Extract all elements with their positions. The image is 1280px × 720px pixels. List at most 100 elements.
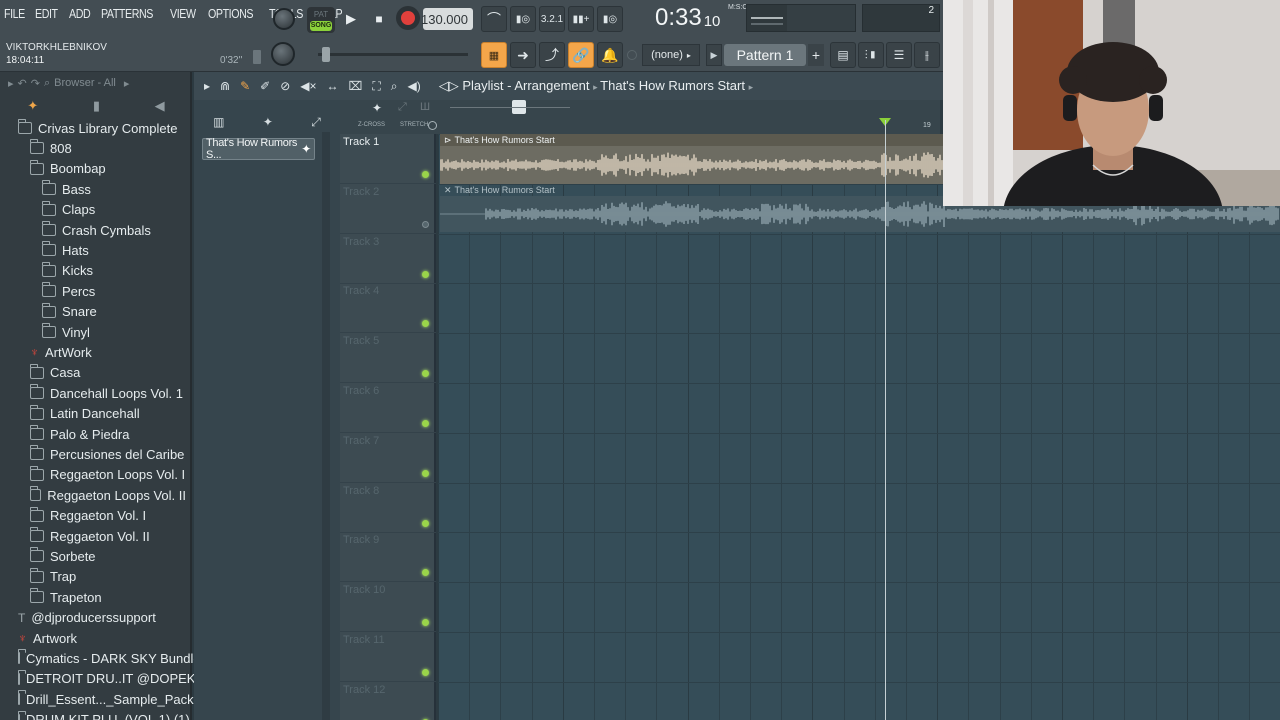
delete-icon[interactable]: ⊘ <box>280 79 290 93</box>
track-mute-led[interactable] <box>422 519 429 527</box>
record-button[interactable] <box>396 6 420 30</box>
arrangement-name[interactable]: That's How Rumors Start <box>600 78 745 93</box>
pattern-selector[interactable]: Pattern 1 <box>724 44 806 66</box>
track-header[interactable]: Track 10 <box>340 582 436 633</box>
browser-item[interactable]: Snare <box>10 302 186 322</box>
song-position-display[interactable]: 0:33 10 <box>655 2 735 34</box>
mixer-button[interactable]: ▤ <box>830 42 856 68</box>
browser-item[interactable]: Trapeton <box>10 587 186 607</box>
track-mute-led[interactable] <box>422 370 429 378</box>
x-cross-label[interactable]: Z-CROSS <box>358 122 385 128</box>
channel-rack-button[interactable]: ➜ <box>510 42 536 68</box>
track-header[interactable]: Track 6 <box>340 383 436 433</box>
step-edit-button[interactable]: ▮▮+ <box>568 6 594 32</box>
track-mute-led[interactable] <box>422 270 429 278</box>
mute-icon[interactable]: ◀× <box>300 79 316 93</box>
track-header[interactable]: Track 7 <box>340 433 436 483</box>
track-header[interactable]: Track 8 <box>340 483 436 533</box>
countdown-button[interactable]: 3.2.1 <box>539 6 565 32</box>
clip-menu-icon[interactable]: ⊳ <box>444 135 452 146</box>
back-arrow-icon[interactable]: ◁▷ <box>439 78 463 93</box>
track-mute-led[interactable] <box>422 469 429 477</box>
stretch-label[interactable]: STRETCH <box>400 122 428 128</box>
zoom-icon[interactable]: ⌕ <box>391 79 398 94</box>
metronome-toggle-button[interactable]: 🔔 <box>597 42 623 68</box>
browser-item[interactable]: Crivas Library Complete <box>10 118 186 138</box>
wait-input-button[interactable]: ▮◎ <box>510 6 536 32</box>
browser-item[interactable]: Trap <box>10 567 186 587</box>
browser-item[interactable]: Dancehall Loops Vol. 1 <box>10 383 186 403</box>
browser-item[interactable]: Bass <box>10 179 186 199</box>
add-pattern-button[interactable]: + <box>808 44 824 66</box>
browser-menu-icon[interactable]: ▸ <box>124 77 130 90</box>
browser-item[interactable]: Sorbete <box>10 546 186 566</box>
browser-title[interactable]: Browser - All <box>54 77 116 89</box>
track-header[interactable]: Track 4 <box>340 283 436 334</box>
metronome-button[interactable]: ⌒ <box>481 6 507 32</box>
browser-item[interactable]: Crash Cymbals <box>10 220 186 240</box>
track-header[interactable]: Track 12 <box>340 682 436 720</box>
browser-item[interactable]: T @djproducerssupport <box>10 608 186 628</box>
slice-icon[interactable]: ⌧ <box>349 79 363 93</box>
automation-picker-icon[interactable]: ⤢ <box>311 115 321 130</box>
browser-forward-icon[interactable]: ↷ <box>31 77 40 90</box>
playlist-window-button[interactable]: ▦ <box>481 42 507 68</box>
browser-file-icon[interactable]: ▮ <box>93 98 100 114</box>
link-button[interactable]: 🔗 <box>568 42 594 68</box>
snap-select[interactable]: (none) ▸ <box>642 44 700 66</box>
browser-item[interactable]: Cymatics - DARK SKY Bundle <box>10 648 201 668</box>
browser-item[interactable]: Latin Dancehall <box>10 404 186 424</box>
track-header[interactable]: Track 9 <box>340 532 436 583</box>
browser-speaker-icon[interactable]: ◀ <box>155 98 165 114</box>
playlist-view-button[interactable]: ☰ <box>886 42 912 68</box>
menu-add[interactable]: ADD <box>69 6 91 30</box>
track-mute-led[interactable] <box>422 220 429 228</box>
menu-options[interactable]: OPTIONS <box>208 6 254 30</box>
browser-item[interactable]: Kicks <box>10 261 186 281</box>
audio-clip-picker-icon[interactable]: ✦ <box>263 115 273 129</box>
master-slider-thumb[interactable] <box>322 47 330 62</box>
pattern-picker-icon[interactable]: ▥ <box>213 115 224 129</box>
browser-item[interactable]: 808 <box>10 138 186 158</box>
track-header[interactable]: Track 5 <box>340 333 436 384</box>
playback-icon[interactable]: ◀) <box>408 79 421 93</box>
mixer-view-button[interactable]: ⫲ <box>914 42 940 68</box>
track-header[interactable]: Track 11 <box>340 632 436 682</box>
browser-item[interactable]: Casa <box>10 363 186 383</box>
clip-mute-icon[interactable]: ✕ <box>444 185 452 196</box>
browser-item[interactable]: Percusiones del Caribe <box>10 444 186 464</box>
picker-clip-item[interactable]: That's How Rumors S... ✦ <box>202 137 315 161</box>
browser-item[interactable]: Percs <box>10 281 186 301</box>
browser-item[interactable]: Reggaeton Loops Vol. II <box>10 485 186 505</box>
browser-item[interactable]: Claps <box>10 200 186 220</box>
browser-item[interactable]: Drill_Essent..._Sample_Pack <box>10 689 194 709</box>
track-header[interactable]: Track 3 <box>340 234 436 284</box>
play-button[interactable]: ▶ <box>340 8 362 30</box>
track-header[interactable]: Track 1 <box>340 134 436 184</box>
tempo-display[interactable]: 130.000 <box>421 8 473 30</box>
browser-item[interactable]: Palo & Piedra <box>10 424 186 444</box>
piano-tool-icon[interactable]: Ш <box>420 101 430 113</box>
timeline-scroll-track[interactable] <box>450 107 570 108</box>
arrangement-menu-icon[interactable]: ▸ <box>749 82 754 92</box>
menu-file[interactable]: FILE <box>4 6 25 30</box>
track-mute-led[interactable] <box>422 619 429 627</box>
stretch-toggle-icon[interactable] <box>428 121 437 130</box>
browser-search-icon[interactable]: ⌕ <box>44 77 50 90</box>
browser-item[interactable]: DETROIT DRU..IT @DOPEKIT <box>10 669 207 689</box>
move-tool-icon[interactable]: ✦ <box>372 101 382 115</box>
track-mute-led[interactable] <box>422 569 429 577</box>
pattern-menu-button[interactable]: ▶ <box>706 44 722 66</box>
main-volume-knob[interactable] <box>273 8 295 30</box>
browser-item[interactable]: ♆ ArtWork <box>10 342 186 362</box>
track-header[interactable]: Track 2 <box>340 184 436 234</box>
browser-item[interactable]: DRUM KIT PLU..(VOL.1) (1) <box>10 710 190 720</box>
stretch-tool-icon[interactable]: ⤢ <box>398 101 407 114</box>
browser-item[interactable]: ♆ Artwork <box>10 628 186 648</box>
menu-edit[interactable]: EDIT <box>35 6 58 30</box>
channel-rack-view-button[interactable]: ⫶▮ <box>858 42 884 68</box>
pencil-icon[interactable]: ✎ <box>240 79 250 93</box>
slip-icon[interactable]: ↔ <box>327 79 339 93</box>
browser-back-icon[interactable]: ↶ <box>18 77 27 90</box>
menu-view[interactable]: VIEW <box>170 6 196 30</box>
